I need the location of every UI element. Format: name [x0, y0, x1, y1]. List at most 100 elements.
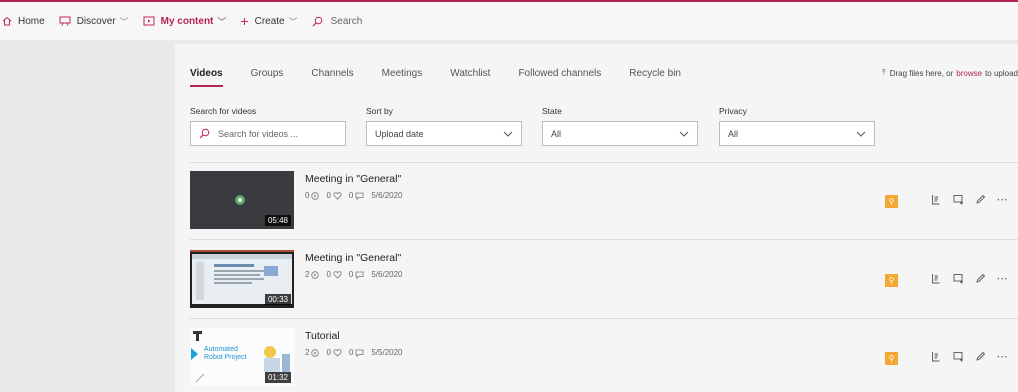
nav-search-label: Search	[330, 15, 363, 27]
likes-count: 0	[326, 270, 331, 279]
duration-badge: 05:48	[264, 215, 291, 226]
nav-my-content[interactable]: My content ﹀	[143, 15, 227, 28]
tab-recycle-bin[interactable]: Recycle bin	[629, 68, 681, 87]
thumbnail-caption: Automated Robot Project	[204, 346, 247, 361]
edit-icon[interactable]	[969, 193, 991, 206]
top-nav-bar: Home Discover ﹀ My content ﹀ + Create ﹀ …	[0, 0, 1018, 40]
details-icon[interactable]	[925, 272, 947, 285]
duration-badge: 00:33	[264, 294, 291, 305]
likes-stat: 0	[326, 348, 342, 357]
video-title[interactable]: Tutorial	[305, 330, 340, 342]
video-row[interactable]: Automated Robot Project 01:32 Tutorial 2…	[190, 328, 1018, 390]
state-dropdown[interactable]: All	[542, 121, 698, 146]
warning-badge-icon: ⚲	[885, 195, 898, 208]
tab-bar: Videos Groups Channels Meetings Watchlis…	[190, 68, 709, 87]
views-count: 2	[305, 348, 310, 357]
comment-icon	[355, 349, 364, 357]
upload-text: Drag files here, or	[889, 68, 954, 78]
plus-icon: +	[240, 13, 249, 29]
heart-icon	[333, 191, 342, 200]
video-thumbnail[interactable]: Automated Robot Project 01:32	[190, 328, 294, 386]
likes-count: 0	[326, 348, 331, 357]
duration-badge: 01:32	[264, 372, 291, 383]
tab-videos[interactable]: Videos	[190, 68, 223, 87]
views-icon	[311, 348, 320, 357]
state-label: State	[542, 106, 562, 116]
edit-icon[interactable]	[969, 272, 991, 285]
tab-followed-channels[interactable]: Followed channels	[518, 68, 601, 87]
discover-icon	[59, 16, 71, 26]
chevron-down-icon	[856, 129, 866, 139]
video-title[interactable]: Meeting in "General"	[305, 252, 401, 264]
nav-discover[interactable]: Discover ﹀	[59, 15, 129, 28]
video-date: 5/6/2020	[371, 270, 403, 279]
row-actions: ⋯	[925, 193, 1013, 206]
search-input[interactable]: Search for videos ...	[190, 121, 346, 146]
add-to-group-icon[interactable]	[947, 350, 969, 363]
nav-create-label: Create	[254, 15, 285, 27]
comments-stat: 0	[349, 348, 364, 357]
views-stat: 0	[305, 191, 320, 200]
content-panel: Videos Groups Channels Meetings Watchlis…	[175, 44, 1018, 392]
video-thumbnail[interactable]: 05:48	[190, 171, 294, 229]
video-date: 5/6/2020	[371, 191, 403, 200]
comment-icon	[355, 192, 364, 200]
home-icon	[2, 16, 12, 26]
comments-count: 0	[348, 270, 354, 279]
divider	[190, 162, 1018, 163]
video-meta: 0 0 0 5/6/2020	[305, 191, 403, 200]
add-to-group-icon[interactable]	[947, 193, 969, 206]
upload-icon: ⤒	[882, 68, 886, 77]
sort-dropdown[interactable]: Upload date	[366, 121, 522, 146]
details-icon[interactable]	[925, 350, 947, 363]
video-row[interactable]: 05:48 Meeting in "General" 0 0 0 5/6/202…	[190, 171, 1018, 233]
heart-icon	[333, 270, 342, 279]
comment-icon	[355, 271, 364, 279]
chevron-down-icon: ﹀	[217, 16, 227, 27]
views-count: 0	[305, 191, 310, 200]
search-icon	[312, 16, 323, 27]
heart-icon	[333, 348, 342, 357]
nav-home[interactable]: Home	[2, 16, 45, 27]
search-label: Search for videos	[190, 106, 257, 116]
nav-search[interactable]: Search	[312, 15, 363, 27]
edit-icon[interactable]	[969, 350, 991, 363]
tab-meetings[interactable]: Meetings	[382, 68, 423, 87]
video-date: 5/5/2020	[371, 348, 403, 357]
views-stat: 2	[305, 348, 320, 357]
upload-hint: ⤒ Drag files here, or browse to upload	[882, 68, 1018, 78]
chevron-down-icon	[679, 129, 689, 139]
tab-channels[interactable]: Channels	[311, 68, 353, 87]
tab-watchlist[interactable]: Watchlist	[450, 68, 490, 87]
nav-discover-label: Discover	[76, 15, 116, 27]
state-filter: State All	[542, 106, 698, 146]
chevron-down-icon: ﹀	[119, 16, 129, 27]
likes-stat: 0	[326, 191, 342, 200]
nav-create[interactable]: + Create ﹀	[240, 13, 297, 29]
details-icon[interactable]	[925, 193, 947, 206]
video-title[interactable]: Meeting in "General"	[305, 173, 401, 185]
likes-stat: 0	[326, 270, 342, 279]
chevron-down-icon: ﹀	[288, 16, 298, 27]
comments-count: 0	[348, 348, 354, 357]
likes-count: 0	[326, 191, 331, 200]
more-options-icon[interactable]: ⋯	[991, 193, 1013, 206]
browse-link[interactable]: browse	[956, 69, 982, 78]
privacy-value: All	[728, 128, 739, 139]
privacy-dropdown[interactable]: All	[719, 121, 875, 146]
video-thumbnail[interactable]: 00:33	[190, 250, 294, 308]
add-to-group-icon[interactable]	[947, 272, 969, 285]
tab-groups[interactable]: Groups	[251, 68, 284, 87]
search-filter: Search for videos Search for videos ...	[190, 106, 346, 146]
nav-my-content-label: My content	[160, 15, 214, 27]
divider	[190, 239, 1018, 240]
comments-count: 0	[348, 191, 354, 200]
views-count: 2	[305, 270, 310, 279]
more-options-icon[interactable]: ⋯	[991, 272, 1013, 285]
row-actions: ⋯	[925, 272, 1013, 285]
video-meta: 2 0 0 5/6/2020	[305, 270, 403, 279]
video-row[interactable]: 00:33 Meeting in "General" 2 0 0 5/6/202…	[190, 250, 1018, 312]
views-icon	[311, 270, 320, 279]
more-options-icon[interactable]: ⋯	[991, 350, 1013, 363]
comments-stat: 0	[349, 270, 364, 279]
